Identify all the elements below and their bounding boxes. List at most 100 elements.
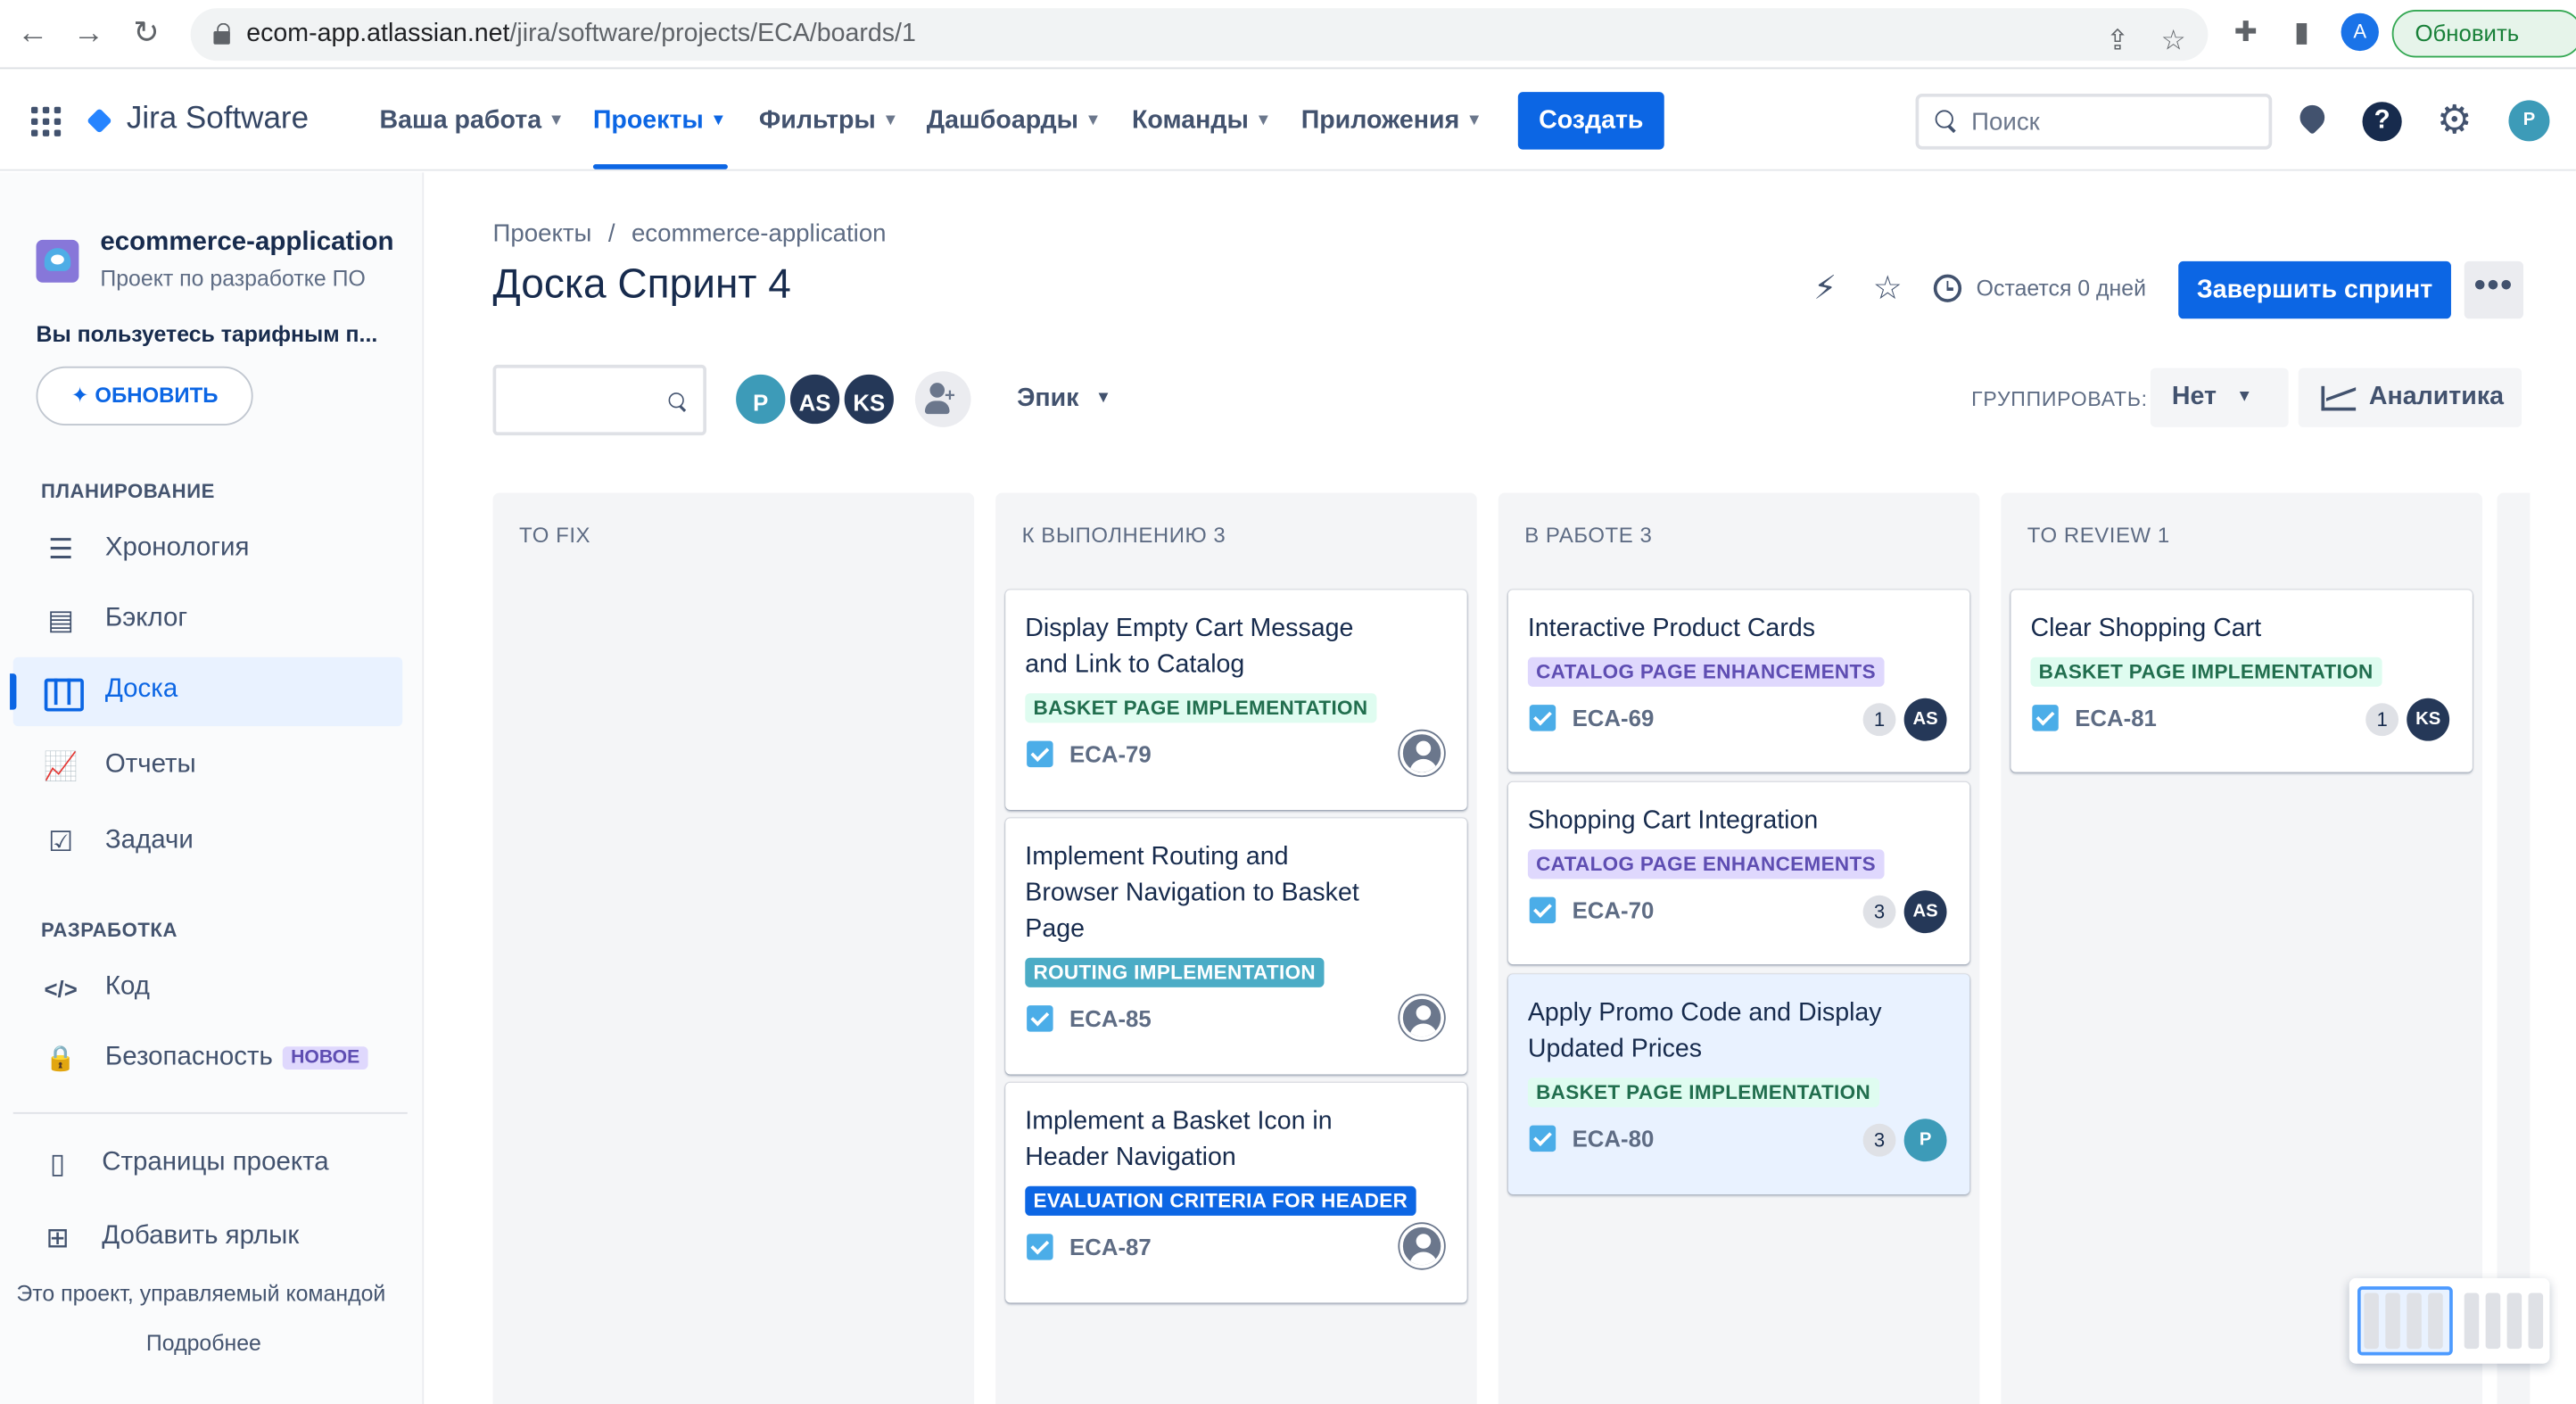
breadcrumb-projects[interactable]: Проекты — [493, 220, 592, 248]
issue-card[interactable]: Implement a Basket Icon in Header Naviga… — [1005, 1082, 1467, 1303]
minimap-column — [2364, 1293, 2379, 1350]
assignee-avatar[interactable]: P — [1903, 1119, 1947, 1162]
issue-card[interactable]: Display Empty Cart Message and Link to C… — [1005, 590, 1467, 811]
nav-label: Дашбоарды — [926, 106, 1078, 136]
nav-filters[interactable]: Фильтры ▼ — [759, 107, 899, 136]
issue-key[interactable]: ECA-87 — [1069, 1234, 1152, 1259]
column-title: В РАБОТЕ 3 — [1524, 522, 1653, 548]
reload-icon[interactable]: ↻ — [127, 15, 166, 54]
task-type-icon — [1529, 896, 1556, 924]
board-search-input[interactable] — [492, 364, 706, 436]
issue-key[interactable]: ECA-81 — [2075, 705, 2157, 731]
browser-profile-avatar[interactable]: A — [2341, 12, 2379, 52]
user-avatar[interactable]: P — [2508, 100, 2550, 142]
back-icon[interactable]: ← — [13, 15, 53, 54]
add-people-icon[interactable] — [914, 371, 971, 427]
plan-note: Вы пользуетесь тарифным п... — [36, 321, 378, 347]
new-badge: НОВОЕ — [282, 1046, 368, 1070]
epic-lozenge[interactable]: CATALOG PAGE ENHANCEMENTS — [1527, 657, 1885, 687]
address-bar[interactable]: ecom-app.atlassian.net/jira/software/pro… — [190, 8, 2209, 62]
learn-more-link[interactable]: Подробнее — [146, 1331, 261, 1356]
sidebar-item-board[interactable]: Доска — [10, 657, 403, 727]
sidebar-item-add-shortcut[interactable]: ⊞ Добавить ярлык — [10, 1204, 400, 1273]
sidebar-item-security-row: Безопасность НОВОЕ — [105, 1044, 368, 1073]
browser-update-button[interactable]: Обновить — [2391, 10, 2576, 58]
board-minimap[interactable] — [2349, 1277, 2550, 1364]
url-text[interactable]: ecom-app.atlassian.net/jira/software/pro… — [246, 20, 916, 49]
extensions-icon[interactable]: ✚ — [2227, 15, 2264, 52]
issue-card[interactable]: Implement Routing and Browser Navigation… — [1005, 818, 1467, 1075]
jira-logo-icon[interactable] — [86, 107, 113, 135]
sidebar-item-backlog[interactable]: ▤ Бэклог — [13, 587, 403, 656]
board-column[interactable]: В РАБОТЕ 3 Interactive Product Cards CATAL… — [1498, 492, 1980, 1404]
issue-key[interactable]: ECA-79 — [1069, 741, 1152, 767]
sidebar-item-project-pages[interactable]: ▯ Страницы проекта — [10, 1130, 400, 1199]
project-sidebar: ecommerce-application Проект по разработ… — [0, 172, 425, 1404]
epic-lozenge[interactable]: BASKET PAGE IMPLEMENTATION — [2030, 657, 2382, 687]
complete-sprint-button[interactable]: Завершить спринт — [2178, 260, 2451, 319]
app-name[interactable]: Jira Software — [127, 102, 309, 138]
upgrade-button[interactable]: ✦ ОБНОВИТЬ — [36, 366, 253, 426]
epic-lozenge[interactable]: CATALOG PAGE ENHANCEMENTS — [1527, 849, 1885, 880]
global-search-input[interactable]: Поиск — [1915, 93, 2273, 150]
board-column[interactable]: TO REVIEW 1 Clear Shopping Cart BASKET PAG… — [2001, 492, 2482, 1404]
issue-card[interactable]: Apply Promo Code and Display Updated Pri… — [1507, 974, 1970, 1194]
issue-card[interactable]: Interactive Product Cards CATALOG PAGE EN… — [1507, 590, 1970, 772]
sidebar-item-reports[interactable]: 📈 Отчеты — [13, 732, 403, 801]
nav-apps[interactable]: Приложения ▼ — [1301, 107, 1482, 136]
breadcrumb: Проекты / ecommerce-application — [493, 220, 887, 248]
development-section-title: РАЗРАБОТКА — [41, 918, 178, 942]
assignee-filter-avatar[interactable]: AS — [787, 371, 843, 427]
unassigned-avatar-icon[interactable] — [1399, 1224, 1444, 1268]
automation-lightning-icon[interactable]: ⚡ — [1807, 271, 1844, 308]
epic-lozenge[interactable]: BASKET PAGE IMPLEMENTATION — [1527, 1078, 1879, 1108]
side-panel-icon[interactable]: ▮ — [2283, 15, 2320, 52]
epic-filter[interactable]: Эпик ▼ — [1017, 384, 1111, 414]
sidebar-item-label: Задачи — [104, 826, 194, 855]
notifications-icon[interactable] — [2293, 102, 2332, 141]
issue-key[interactable]: ECA-70 — [1573, 897, 1655, 923]
bookmark-star-icon[interactable]: ☆ — [2155, 23, 2192, 60]
assignee-avatar[interactable]: AS — [1903, 890, 1947, 934]
epic-lozenge[interactable]: BASKET PAGE IMPLEMENTATION — [1025, 693, 1376, 723]
board-column[interactable]: TO FIX — [492, 492, 975, 1404]
sidebar-item-security[interactable]: 🔒 Безопасность НОВОЕ — [13, 1025, 403, 1094]
analytics-button[interactable]: Аналитика — [2298, 368, 2522, 427]
assignee-filter-avatar[interactable]: KS — [841, 371, 897, 427]
group-by-value: Нет — [2171, 383, 2217, 411]
unassigned-avatar-icon[interactable] — [1399, 995, 1444, 1040]
settings-gear-icon[interactable]: ⚙ — [2435, 101, 2474, 141]
breadcrumb-project[interactable]: ecommerce-application — [632, 220, 887, 248]
task-type-icon — [1027, 740, 1053, 768]
epic-lozenge[interactable]: ROUTING IMPLEMENTATION — [1025, 957, 1325, 987]
issue-key[interactable]: ECA-80 — [1573, 1126, 1655, 1152]
issue-card[interactable]: Shopping Cart Integration CATALOG PAGE EN… — [1507, 781, 1970, 965]
assignee-filter-avatar[interactable]: P — [732, 371, 789, 427]
assignee-avatar[interactable]: AS — [1903, 698, 1947, 741]
create-button[interactable]: Создать — [1517, 92, 1664, 150]
nav-your-work[interactable]: Ваша работа ▼ — [379, 107, 564, 136]
add-shortcut-icon: ⊞ — [45, 1222, 70, 1254]
url-path: /jira/software/projects/ECA/boards/1 — [509, 20, 916, 48]
issue-key[interactable]: ECA-85 — [1069, 1005, 1152, 1031]
sidebar-item-timeline[interactable]: ☰ Хронология — [13, 516, 403, 584]
lock-icon[interactable] — [213, 22, 230, 45]
share-icon[interactable]: ⇪ — [2100, 23, 2136, 60]
help-icon[interactable]: ? — [2362, 102, 2402, 142]
issue-key[interactable]: ECA-69 — [1573, 705, 1655, 731]
forward-icon[interactable]: → — [69, 15, 108, 54]
board-column[interactable]: К ВЫПОЛНЕНИЮ 3 Display Empty Cart Message… — [995, 492, 1477, 1404]
more-actions-button[interactable]: ••• — [2464, 260, 2524, 319]
star-icon[interactable]: ☆ — [1870, 271, 1906, 308]
nav-teams[interactable]: Команды ▼ — [1132, 107, 1271, 136]
nav-projects[interactable]: Проекты ▼ — [593, 107, 727, 136]
unassigned-avatar-icon[interactable] — [1399, 731, 1444, 776]
nav-dashboards[interactable]: Дашбоарды ▼ — [927, 107, 1102, 136]
group-by-select[interactable]: Нет ▼ — [2150, 368, 2289, 427]
issue-card[interactable]: Clear Shopping Cart BASKET PAGE IMPLEMENT… — [2010, 590, 2473, 772]
sidebar-item-issues[interactable]: ☑ Задачи — [13, 808, 403, 877]
sidebar-item-code[interactable]: </> Код — [13, 954, 403, 1023]
assignee-avatar[interactable]: KS — [2407, 698, 2450, 741]
app-switcher-icon[interactable] — [30, 106, 62, 136]
epic-lozenge[interactable]: EVALUATION CRITERIA FOR HEADER — [1025, 1185, 1416, 1216]
